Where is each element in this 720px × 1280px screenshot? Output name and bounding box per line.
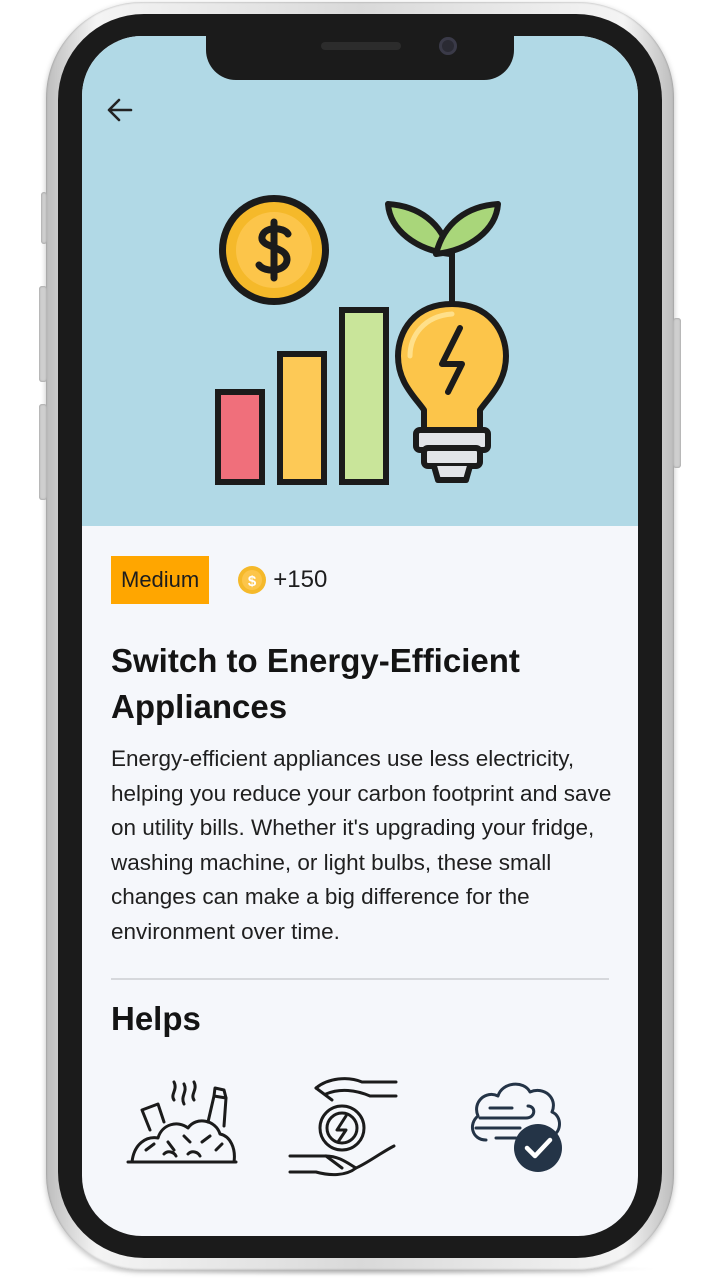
energy-saving-hands-icon: [288, 1077, 398, 1177]
app-screen: Medium $ +150 Switch to Energy-Efficient…: [82, 36, 638, 1236]
coin-icon: $: [238, 566, 267, 594]
section-divider: [111, 978, 609, 980]
earpiece-speaker: [321, 42, 401, 50]
phone-notch: [206, 36, 514, 80]
front-camera: [439, 37, 457, 55]
reward-points: $ +150: [237, 565, 327, 595]
arrow-left-icon: [107, 98, 133, 122]
difficulty-badge: Medium: [111, 556, 210, 604]
sprout-icon: [385, 201, 501, 307]
energy-efficiency-illustration: [215, 195, 509, 485]
reward-value: +150: [273, 566, 328, 593]
power-button: [673, 318, 681, 468]
task-description: Energy-efficient appliances use less ele…: [111, 746, 612, 944]
clean-air-check-icon: [470, 1082, 562, 1172]
hero-banner: [82, 36, 638, 526]
growth-bars-icon: [215, 307, 389, 485]
waste-pile-icon: [126, 1080, 238, 1164]
light-bulb-icon: [395, 301, 509, 483]
volume-up-button: [39, 286, 47, 382]
helps-heading: Helps: [111, 1000, 201, 1037]
volume-down-button: [39, 404, 47, 500]
back-button[interactable]: [102, 92, 138, 128]
silent-switch: [41, 192, 47, 244]
dollar-coin-icon: [219, 195, 329, 305]
task-meta-row: Medium $ +150: [111, 556, 327, 604]
task-title: Switch to Energy-Efficient Appliances: [111, 642, 520, 725]
svg-text:$: $: [248, 573, 257, 590]
